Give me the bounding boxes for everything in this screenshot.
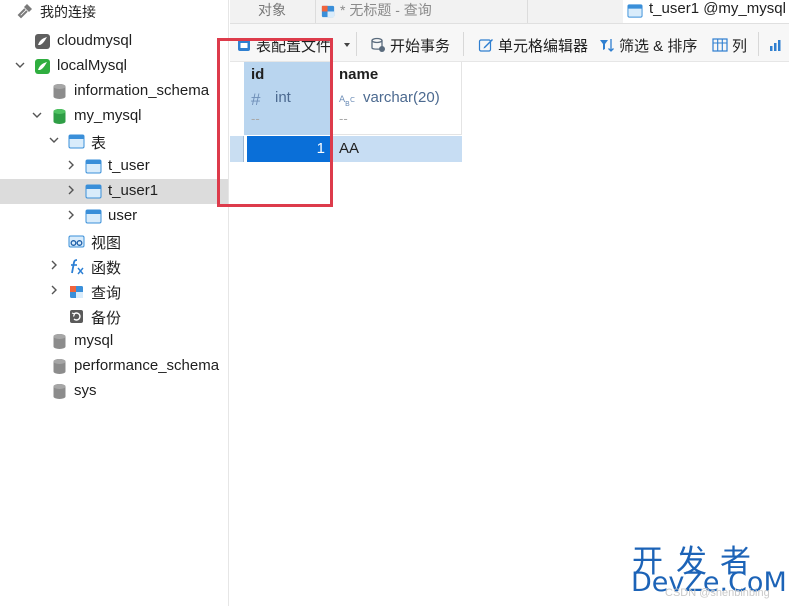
toolbar-divider bbox=[356, 32, 357, 56]
toolbar-divider bbox=[758, 32, 759, 56]
cell-editor-label: 单元格编辑器 bbox=[498, 38, 589, 55]
chart-icon bbox=[770, 40, 781, 51]
tab-label: * 无标题 - 查询 bbox=[340, 2, 432, 18]
database-icon bbox=[53, 384, 66, 399]
svg-text:C: C bbox=[350, 96, 355, 104]
table-icon bbox=[85, 184, 102, 199]
filter-sort-button[interactable]: 筛选 & 排序 bbox=[599, 34, 705, 56]
column-type: varchar(20) bbox=[363, 89, 440, 106]
chevron-down-icon[interactable] bbox=[48, 134, 60, 146]
chevron-down-icon[interactable] bbox=[31, 109, 43, 121]
edit-pencil-icon bbox=[478, 39, 493, 52]
tree-item-label: t_user1 bbox=[108, 182, 159, 199]
my-connections-header[interactable]: 我的连接 bbox=[0, 0, 228, 24]
connection-active-icon bbox=[35, 59, 50, 74]
begin-transaction-label: 开始事务 bbox=[390, 38, 451, 55]
tree-item-localmysql[interactable]: localMysql bbox=[0, 54, 228, 79]
database-icon bbox=[53, 334, 66, 349]
query-icon bbox=[70, 286, 83, 298]
tree-item-my-mysql[interactable]: my_mysql bbox=[0, 104, 228, 129]
database-icon bbox=[53, 359, 66, 374]
tree-item-t-user[interactable]: t_user bbox=[0, 154, 228, 179]
chevron-right-icon[interactable] bbox=[65, 184, 77, 196]
tree-item-user[interactable]: user bbox=[0, 204, 228, 229]
tree-item-label: 备份 bbox=[91, 310, 122, 327]
toolbar-divider bbox=[463, 32, 464, 56]
connection-icon bbox=[35, 34, 50, 49]
my-connections-label: 我的连接 bbox=[40, 4, 96, 20]
column-header-name[interactable]: name A B C varchar(20) -- bbox=[332, 62, 462, 135]
table-icon bbox=[85, 209, 102, 224]
tab-t-user1[interactable]: t_user1 @my_mysql bbox=[623, 0, 789, 23]
database-open-icon bbox=[53, 109, 66, 124]
views-icon bbox=[68, 235, 85, 248]
cell-editor-button[interactable]: 单元格编辑器 bbox=[478, 34, 590, 56]
tree-item-label: user bbox=[108, 207, 138, 224]
grid-cell-name[interactable]: AA bbox=[332, 136, 462, 162]
tree-item-performance-schema[interactable]: performance_schema bbox=[0, 354, 228, 379]
chevron-right-icon[interactable] bbox=[65, 159, 77, 171]
function-icon bbox=[71, 259, 84, 275]
tree-item-mysql[interactable]: mysql bbox=[0, 329, 228, 354]
tree-item-sys[interactable]: sys bbox=[0, 379, 228, 404]
tab-bar: 对象 * 无标题 - 查询 t_user1 @my_mysql bbox=[230, 0, 789, 24]
column-comment: -- bbox=[339, 111, 348, 126]
filter-sort-icon bbox=[600, 39, 614, 52]
backup-icon bbox=[70, 310, 83, 323]
chevron-right-icon[interactable] bbox=[65, 209, 77, 221]
chevron-right-icon[interactable] bbox=[48, 259, 60, 271]
tree-item-label: cloudmysql bbox=[57, 32, 133, 49]
columns-icon bbox=[712, 38, 728, 52]
annotation-highlight-box bbox=[217, 38, 333, 207]
columns-button[interactable]: 列 bbox=[712, 34, 750, 56]
query-icon bbox=[321, 5, 335, 18]
chevron-right-icon[interactable] bbox=[48, 284, 60, 296]
text-type-icon: A B C bbox=[339, 95, 355, 107]
tree-item-queries[interactable]: 查询 bbox=[0, 279, 228, 304]
column-name: name bbox=[339, 66, 379, 83]
tree-item-label: 视图 bbox=[91, 235, 122, 252]
dropdown-caret-icon[interactable] bbox=[343, 42, 351, 48]
begin-transaction-button[interactable]: 开始事务 bbox=[370, 34, 456, 56]
tree-item-t-user1[interactable]: t_user1 bbox=[0, 179, 228, 204]
transaction-icon bbox=[371, 37, 385, 52]
plug-icon bbox=[17, 4, 32, 19]
table-icon bbox=[85, 159, 102, 174]
database-icon bbox=[53, 84, 66, 99]
tables-folder-icon bbox=[68, 134, 85, 149]
tab-label: t_user1 @my_mysql bbox=[649, 0, 786, 17]
tree-item-tables[interactable]: 表 bbox=[0, 129, 228, 154]
tree-item-label: mysql bbox=[74, 332, 114, 349]
tree-item-cloudmysql[interactable]: cloudmysql bbox=[0, 29, 228, 54]
tab-objects[interactable]: 对象 bbox=[230, 0, 316, 23]
filter-sort-label: 筛选 & 排序 bbox=[619, 38, 698, 55]
tree-item-label: sys bbox=[74, 382, 97, 399]
tree-item-label: 表 bbox=[91, 135, 107, 152]
tree-item-label: my_mysql bbox=[74, 107, 142, 124]
tree-item-label: 查询 bbox=[91, 285, 122, 302]
tree-item-label: localMysql bbox=[57, 57, 128, 74]
tree-item-information-schema[interactable]: information_schema bbox=[0, 79, 228, 104]
tab-label: 对象 bbox=[258, 2, 286, 18]
connection-sidebar: 我的连接 cloudmysql localMysql information_s… bbox=[0, 0, 229, 606]
watermark-csdn: CSDN @shenbinbing bbox=[665, 587, 770, 599]
table-icon bbox=[627, 4, 643, 18]
chart-button[interactable] bbox=[768, 34, 788, 56]
tree-item-label: t_user bbox=[108, 157, 150, 174]
tab-untitled-query[interactable]: * 无标题 - 查询 bbox=[316, 0, 528, 23]
tree-item-functions[interactable]: 函数 bbox=[0, 254, 228, 279]
tree-item-views[interactable]: 视图 bbox=[0, 229, 228, 254]
tree-item-backups[interactable]: 备份 bbox=[0, 304, 228, 329]
chevron-down-icon[interactable] bbox=[14, 59, 26, 71]
tree-item-label: 函数 bbox=[91, 260, 122, 277]
tree-item-label: information_schema bbox=[74, 82, 210, 99]
tree-item-label: performance_schema bbox=[74, 357, 220, 374]
columns-label: 列 bbox=[732, 38, 748, 55]
